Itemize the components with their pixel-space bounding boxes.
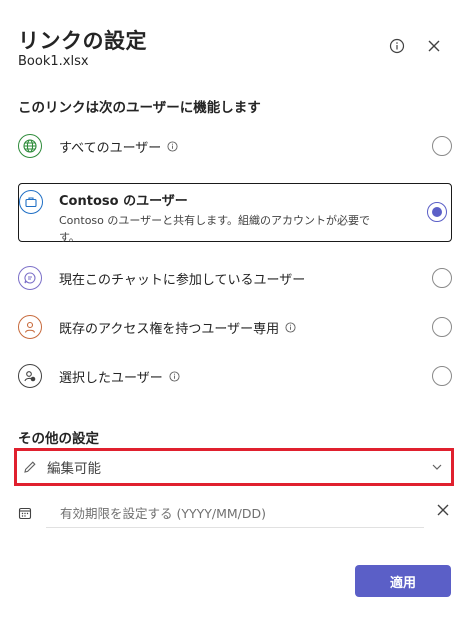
globe-icon	[18, 134, 42, 158]
option-label: 既存のアクセス権を持つユーザー専用	[59, 321, 280, 337]
audience-heading: このリンクは次のユーザーに機能します	[18, 100, 261, 116]
people-icon	[18, 364, 42, 388]
option-label: Contoso のユーザー	[59, 194, 188, 209]
option-chat-users[interactable]: 現在このチャットに参加しているユーザー	[18, 265, 452, 291]
option-selected-users[interactable]: 選択したユーザー	[18, 363, 452, 389]
chevron-down-icon	[431, 461, 443, 473]
option-existing-access[interactable]: 既存のアクセス権を持つユーザー専用	[18, 314, 452, 340]
file-name: Book1.xlsx	[18, 54, 89, 69]
info-icon[interactable]	[167, 140, 178, 152]
other-settings-heading: その他の設定	[18, 431, 99, 447]
option-label: 現在このチャットに参加しているユーザー	[59, 272, 306, 288]
permission-dropdown[interactable]: 編集可能	[14, 448, 454, 486]
clear-icon[interactable]	[436, 503, 450, 517]
radio-button[interactable]	[432, 366, 452, 386]
radio-button[interactable]	[432, 136, 452, 156]
radio-button-selected[interactable]	[427, 202, 447, 222]
info-icon[interactable]	[285, 321, 296, 333]
option-description: Contoso のユーザーと共有します。組織のアカウントが必要です。	[59, 214, 371, 244]
apply-button[interactable]: 適用	[355, 565, 451, 597]
expiry-row: 有効期限を設定する (YYYY/MM/DD)	[18, 498, 452, 528]
info-icon[interactable]	[169, 370, 180, 382]
info-icon[interactable]	[387, 36, 407, 56]
option-label: すべてのユーザー	[59, 140, 162, 156]
person-icon	[18, 315, 42, 339]
calendar-icon	[18, 506, 32, 520]
option-all-users[interactable]: すべてのユーザー	[18, 133, 452, 159]
close-icon[interactable]	[424, 36, 444, 56]
chat-icon	[18, 266, 42, 290]
expiry-date-input[interactable]: 有効期限を設定する (YYYY/MM/DD)	[46, 498, 424, 528]
dialog-title: リンクの設定	[18, 29, 147, 53]
radio-button[interactable]	[432, 317, 452, 337]
option-contoso-users[interactable]: Contoso のユーザー Contoso のユーザーと共有します。組織のアカウ…	[18, 183, 452, 244]
expiry-placeholder: 有効期限を設定する (YYYY/MM/DD)	[60, 506, 267, 521]
pencil-icon	[23, 460, 37, 474]
radio-button[interactable]	[432, 268, 452, 288]
permission-value: 編集可能	[47, 461, 101, 477]
briefcase-icon	[19, 190, 43, 214]
option-label: 選択したユーザー	[59, 370, 163, 386]
